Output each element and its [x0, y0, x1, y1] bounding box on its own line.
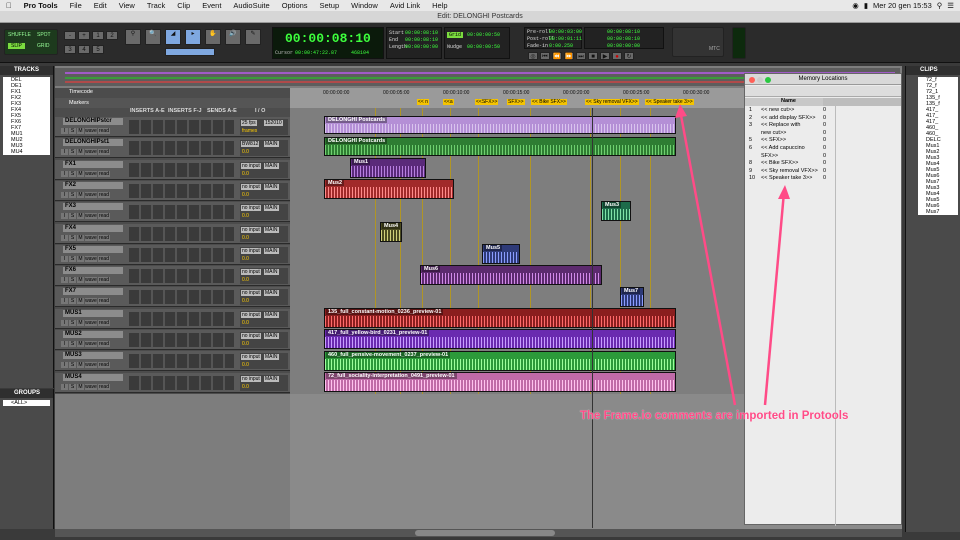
arrow-head-markers — [675, 104, 687, 118]
arrow-to-memory — [763, 191, 786, 406]
annotation-arrows — [675, 104, 790, 406]
arrow-to-markers — [678, 109, 737, 406]
annotation-caption: The Frame.io comments are imported in Pr… — [580, 410, 849, 422]
pro-tools-screen:  Pro Tools File Edit View Track Clip Ev… — [0, 0, 960, 540]
arrow-head-memory — [778, 185, 790, 199]
